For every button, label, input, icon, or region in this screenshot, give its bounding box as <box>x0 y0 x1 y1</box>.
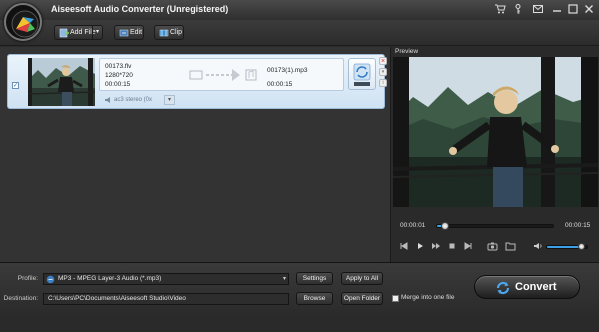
total-time: 00:00:15 <box>565 222 591 229</box>
source-duration: 00:00:15 <box>105 81 131 88</box>
edit-icon <box>119 28 129 37</box>
folder-icon[interactable] <box>505 241 516 251</box>
snapshot-icon[interactable] <box>487 241 498 251</box>
file-list-item[interactable]: ✓ 00173.flv 1280*720 00:00:15 00173(1).m… <box>7 54 387 109</box>
skip-back-icon[interactable] <box>399 241 409 251</box>
file-thumbnail <box>28 58 95 106</box>
remove-file-icon[interactable]: × <box>379 57 387 65</box>
clip-icon <box>159 28 169 37</box>
audio-track-dropdown-icon[interactable]: ▾ <box>164 95 175 105</box>
destination-label: Destination: <box>3 295 38 302</box>
volume-slider[interactable] <box>546 243 588 250</box>
key-icon[interactable] <box>512 4 524 16</box>
convert-icon <box>495 280 511 298</box>
app-logo-icon <box>4 3 42 41</box>
edit-button[interactable]: Edit <box>114 25 144 40</box>
playback-controls <box>392 240 599 254</box>
convert-format-button[interactable] <box>348 58 376 90</box>
destination-value: C:\Users\PC\Documents\Aiseesoft Studio\V… <box>48 295 186 302</box>
volume-handle[interactable] <box>578 243 585 250</box>
cart-icon[interactable] <box>494 4 506 16</box>
play-icon[interactable] <box>415 241 425 251</box>
preview-panel: Preview 00:00:01 00:00:15 <box>392 47 599 262</box>
file-select-checkbox[interactable]: ✓ <box>12 82 19 89</box>
stop-icon[interactable] <box>447 241 457 251</box>
fast-forward-icon[interactable] <box>431 241 441 251</box>
status-bar <box>0 318 599 332</box>
settings-button[interactable]: Settings <box>296 272 333 285</box>
add-file-icon <box>59 28 69 38</box>
profile-select[interactable]: MP3 - MPEG Layer-3 Audio (*.mp3) ▾ <box>43 273 289 285</box>
merge-checkbox[interactable] <box>392 295 399 302</box>
minimize-icon[interactable] <box>551 4 563 16</box>
feedback-icon[interactable] <box>532 4 544 16</box>
preview-video <box>393 57 598 207</box>
title-bar: Aiseesoft Audio Converter (Unregistered) <box>0 0 599 20</box>
destination-field[interactable]: C:\Users\PC\Documents\Aiseesoft Studio\V… <box>43 293 289 305</box>
playback-time-bar: 00:00:01 00:00:15 <box>392 219 599 233</box>
audio-track-select[interactable]: ac3 stereo (0x ▾ <box>104 95 176 106</box>
open-folder-button[interactable]: Open Folder <box>341 292 383 305</box>
output-file-name[interactable]: 00173(1).mp3 <box>267 67 307 74</box>
profile-icon <box>46 275 55 288</box>
merge-label: Merge into one file <box>401 294 455 301</box>
clip-button[interactable]: Clip <box>154 25 184 40</box>
clip-label: Clip <box>170 29 183 36</box>
apply-to-all-button[interactable]: Apply to All <box>341 272 383 285</box>
profile-value: MP3 - MPEG Layer-3 Audio (*.mp3) <box>58 275 162 282</box>
volume-icon[interactable] <box>533 241 543 251</box>
edit-label: Edit <box>130 29 143 36</box>
source-resolution: 1280*720 <box>105 72 133 79</box>
move-down-icon[interactable]: ▾ <box>379 68 387 76</box>
file-list: ✓ 00173.flv 1280*720 00:00:15 00173(1).m… <box>0 47 391 262</box>
profile-dropdown-icon[interactable]: ▾ <box>283 274 286 284</box>
window-title: Aiseesoft Audio Converter (Unregistered) <box>51 4 229 14</box>
preview-label: Preview <box>395 48 419 55</box>
seek-handle[interactable] <box>441 222 450 230</box>
maximize-icon[interactable] <box>567 4 579 16</box>
browse-button[interactable]: Browse <box>296 292 333 305</box>
output-duration: 00:00:15 <box>267 81 293 88</box>
add-file-button[interactable]: Add File ▾ <box>54 25 103 40</box>
source-file-name: 00173.flv <box>105 63 132 70</box>
volume-level <box>547 246 581 248</box>
add-file-dropdown-icon[interactable]: ▾ <box>92 26 102 39</box>
skip-forward-icon[interactable] <box>463 241 473 251</box>
profile-label: Profile: <box>17 275 38 282</box>
audio-track-value: ac3 stereo (0x <box>114 97 153 103</box>
convert-button[interactable]: Convert <box>474 275 580 299</box>
close-icon[interactable] <box>583 4 595 16</box>
speaker-icon <box>104 95 112 110</box>
seek-slider[interactable] <box>436 222 554 230</box>
video-to-audio-icon <box>188 66 258 86</box>
current-time: 00:00:01 <box>400 222 426 229</box>
toolbar: Add File ▾ Edit Clip <box>0 20 599 46</box>
file-info-box: 00173.flv 1280*720 00:00:15 00173(1).mp3… <box>99 58 344 91</box>
convert-label: Convert <box>515 281 557 293</box>
info-icon[interactable]: i <box>379 79 387 87</box>
